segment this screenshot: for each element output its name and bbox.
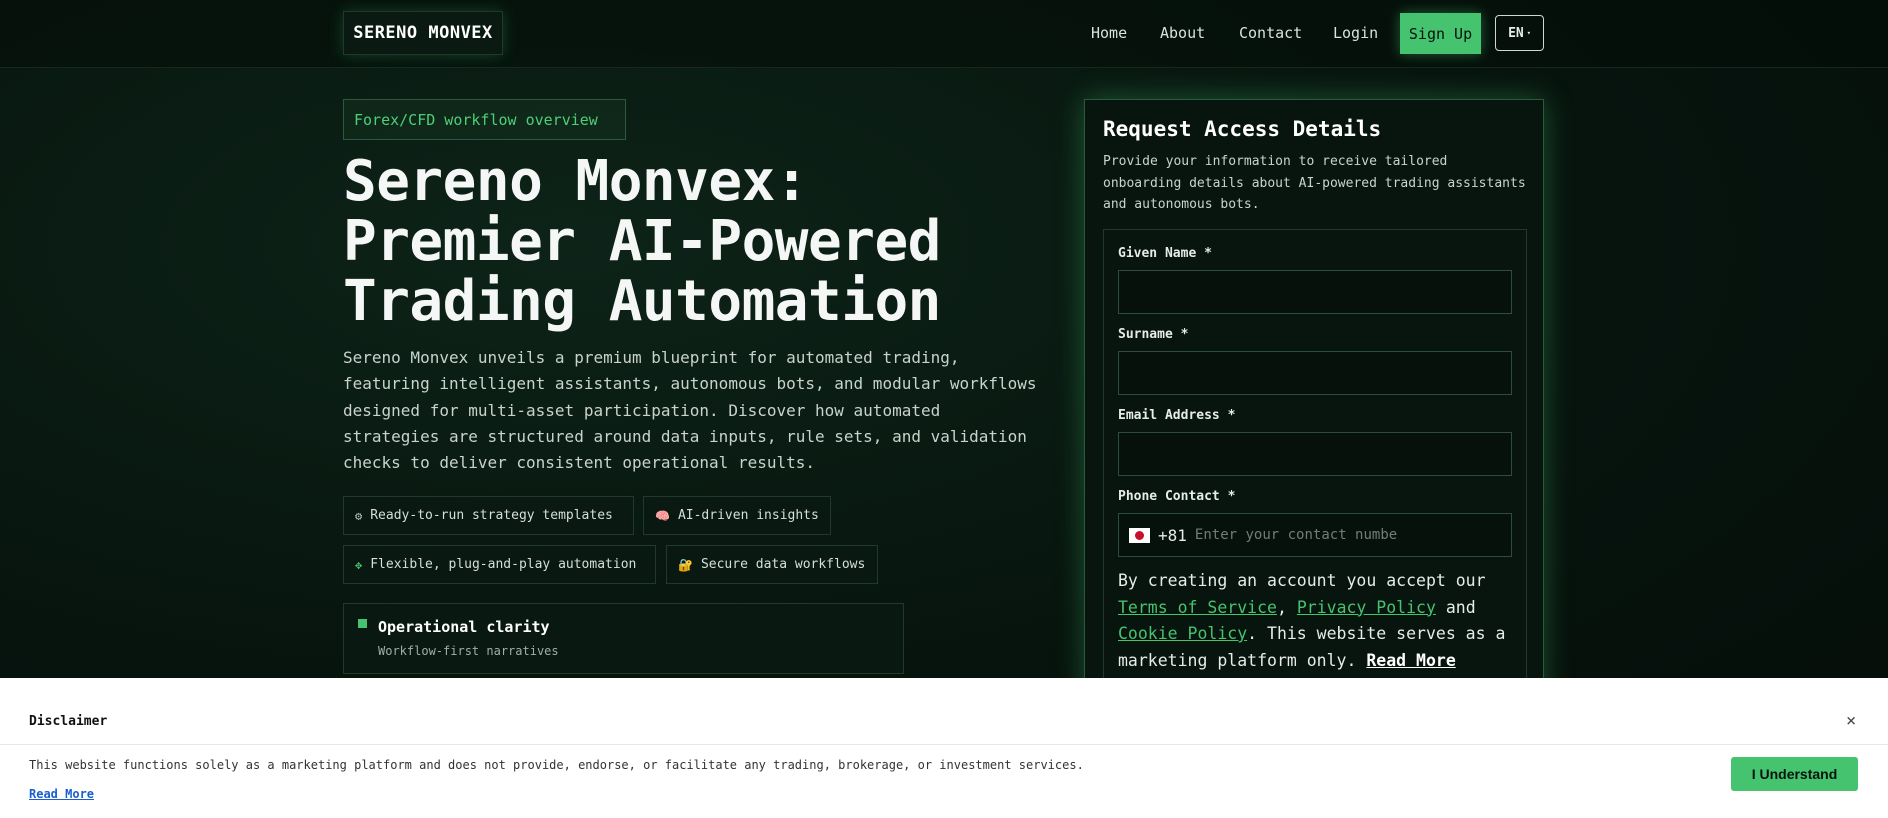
form-title: Request Access Details xyxy=(1103,117,1382,141)
brain-icon: 🧠 xyxy=(655,508,670,523)
hero-headline: Sereno Monvex: Premier AI-Powered Tradin… xyxy=(343,152,1043,332)
surname-label: Surname * xyxy=(1118,327,1189,342)
hero-description: Sereno Monvex unveils a premium blueprin… xyxy=(343,348,1037,473)
phone-placeholder: Enter your contact numbe xyxy=(1194,527,1398,543)
nav-links: Home About Contact Login xyxy=(1077,0,1397,68)
disclaimer-header: Disclaimer × xyxy=(0,678,1888,745)
signup-form: Given Name * Surname * Email Address * P… xyxy=(1103,229,1527,699)
nav-link-about[interactable]: About xyxy=(1160,24,1205,42)
feature-chip-secure: 🔐 Secure data workflows xyxy=(666,545,878,584)
phone-label: Phone Contact * xyxy=(1118,489,1236,504)
surname-input[interactable] xyxy=(1118,351,1512,395)
chip-label: AI-driven insights xyxy=(677,508,819,523)
consent-comma: , xyxy=(1276,597,1287,617)
top-navbar: SERENO MONVEX Home About Contact Login S… xyxy=(0,0,1888,68)
privacy-link[interactable]: Privacy Policy xyxy=(1297,598,1436,617)
chip-label: Ready-to-run strategy templates xyxy=(370,508,613,523)
understand-button[interactable]: I Understand xyxy=(1731,757,1858,791)
headline-line-2: Premier AI-Powered xyxy=(343,209,941,274)
given-name-input[interactable] xyxy=(1118,270,1512,314)
nav-link-contact[interactable]: Contact xyxy=(1239,24,1302,42)
email-input[interactable] xyxy=(1118,432,1512,476)
nav-link-home[interactable]: Home xyxy=(1091,24,1127,42)
sign-up-button[interactable]: Sign Up xyxy=(1400,13,1481,54)
chip-label: Flexible, plug-and-play automation xyxy=(370,557,637,572)
email-label: Email Address * xyxy=(1118,408,1236,423)
request-access-card: Request Access Details Provide your info… xyxy=(1084,99,1544,699)
clarity-subtitle: Workflow-first narratives xyxy=(378,644,559,658)
phone-country-code[interactable]: +81 xyxy=(1158,526,1187,545)
disclaimer-banner: Disclaimer × This website functions sole… xyxy=(0,678,1888,818)
close-icon[interactable]: × xyxy=(1846,711,1856,731)
puzzle-icon: ✥ xyxy=(355,557,363,572)
square-bullet-icon xyxy=(358,619,367,628)
cookie-link[interactable]: Cookie Policy xyxy=(1118,624,1247,643)
feature-chip-automation: ✥ Flexible, plug-and-play automation xyxy=(343,545,656,584)
given-name-label: Given Name * xyxy=(1118,246,1212,261)
consent-text: By creating an account you accept our Te… xyxy=(1118,568,1518,674)
nav-link-login[interactable]: Login xyxy=(1333,24,1378,42)
hero-tag: Forex/CFD workflow overview xyxy=(343,99,626,140)
form-subtitle: Provide your information to receive tail… xyxy=(1103,154,1526,212)
feature-chip-insights: 🧠 AI-driven insights xyxy=(643,496,831,535)
language-value: EN xyxy=(1508,25,1524,41)
consent-and: and xyxy=(1445,597,1476,617)
operational-clarity-card: Operational clarity Workflow-first narra… xyxy=(343,603,904,674)
chip-label: Secure data workflows xyxy=(700,557,866,572)
disclaimer-text: This website functions solely as a marke… xyxy=(29,758,1084,772)
disclaimer-title: Disclaimer xyxy=(29,714,108,729)
gear-icon: ⚙ xyxy=(355,508,363,523)
feature-chip-templates: ⚙ Ready-to-run strategy templates xyxy=(343,496,634,535)
read-more-link[interactable]: Read More xyxy=(1366,651,1455,670)
headline-line-3: Trading Automation xyxy=(343,269,941,334)
clarity-title: Operational clarity xyxy=(378,618,550,636)
japan-flag-icon[interactable] xyxy=(1129,527,1150,543)
lock-icon: 🔐 xyxy=(678,557,693,572)
disclaimer-read-more-link[interactable]: Read More xyxy=(29,787,94,801)
site-logo[interactable]: SERENO MONVEX xyxy=(343,11,503,55)
phone-input[interactable]: +81 Enter your contact numbe xyxy=(1118,513,1512,557)
chevron-down-icon: ▾ xyxy=(1526,29,1531,37)
headline-line-1: Sereno Monvex: xyxy=(343,149,809,214)
language-selector[interactable]: EN ▾ xyxy=(1495,15,1544,51)
consent-prefix: By creating an account you accept our xyxy=(1118,571,1486,590)
terms-link[interactable]: Terms of Service xyxy=(1118,598,1277,617)
